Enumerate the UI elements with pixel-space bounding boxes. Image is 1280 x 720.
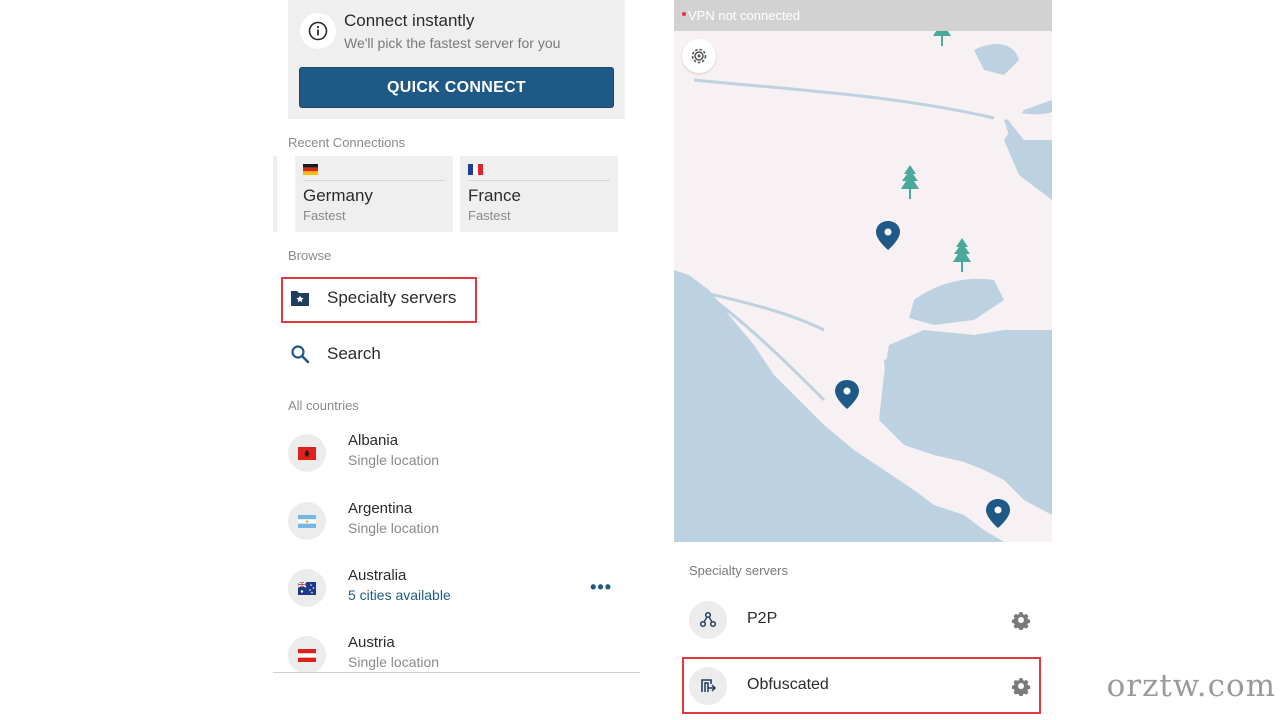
country-row-argentina[interactable]: Argentina Single location [288,496,628,546]
country-name: Albania [348,432,399,449]
recent-card-previous[interactable] [273,156,277,232]
info-icon [300,13,336,49]
more-options-icon[interactable]: ••• [590,577,612,598]
recent-sub: Fastest [468,208,511,223]
browse-label: Browse [288,248,332,263]
quick-connect-subtitle: We'll pick the fastest server for you [344,35,561,51]
recent-name: Germany [303,186,373,205]
vpn-status-text: VPN not connected [688,8,801,23]
search-label: Search [327,344,381,363]
map-panel: VPN not connected Specialty servers P2P … [674,0,1052,720]
recent-card-france[interactable]: France Fastest [460,156,618,232]
australia-flag-icon [288,569,326,607]
server-map[interactable] [674,0,1052,542]
specialty-name: P2P [747,610,778,627]
list-bottom-divider [273,672,640,673]
country-row-australia[interactable]: Australia 5 cities available ••• [288,563,628,613]
germany-flag-icon [303,164,318,175]
watermark: orztw.com [1106,668,1276,704]
country-row-albania[interactable]: Albania Single location [288,428,628,478]
specialty-servers-highlight [281,277,477,323]
country-name: Argentina [348,500,413,517]
obfuscated-highlight [682,657,1041,714]
country-sub: Single location [348,654,440,670]
screenshot-stage: Connect instantly We'll pick the fastest… [0,0,1280,720]
albania-flag-icon [288,434,326,472]
server-list-panel: Connect instantly We'll pick the fastest… [273,0,640,673]
country-sub: Single location [348,452,440,468]
recent-card-germany[interactable]: Germany Fastest [295,156,453,232]
status-dot [682,12,686,16]
search-item[interactable]: Search [288,334,381,374]
divider [468,180,610,181]
specialty-item-p2p[interactable]: P2P [689,595,1039,645]
country-row-austria[interactable]: Austria Single location [288,630,628,673]
search-icon [288,342,312,366]
austria-flag-icon [288,636,326,673]
recent-name: France [468,186,521,205]
gear-icon[interactable] [1011,610,1031,630]
argentina-flag-icon [288,502,326,540]
quick-connect-title: Connect instantly [344,11,475,30]
cities-available-link[interactable]: 5 cities available [348,587,451,603]
settings-gear-icon[interactable] [682,39,716,73]
country-name: Austria [348,634,395,651]
specialty-servers-label: Specialty servers [689,563,788,578]
all-countries-label: All countries [288,398,359,413]
country-sub: Single location [348,520,440,536]
p2p-icon [689,601,727,639]
recent-sub: Fastest [303,208,346,223]
france-flag-icon [468,164,483,175]
divider [303,180,445,181]
country-name: Australia [348,567,407,584]
vpn-status-bar: VPN not connected [674,0,1052,31]
quick-connect-button[interactable]: QUICK CONNECT [299,67,614,108]
quick-connect-card: Connect instantly We'll pick the fastest… [288,0,625,119]
recent-connections-label: Recent Connections [288,135,406,150]
